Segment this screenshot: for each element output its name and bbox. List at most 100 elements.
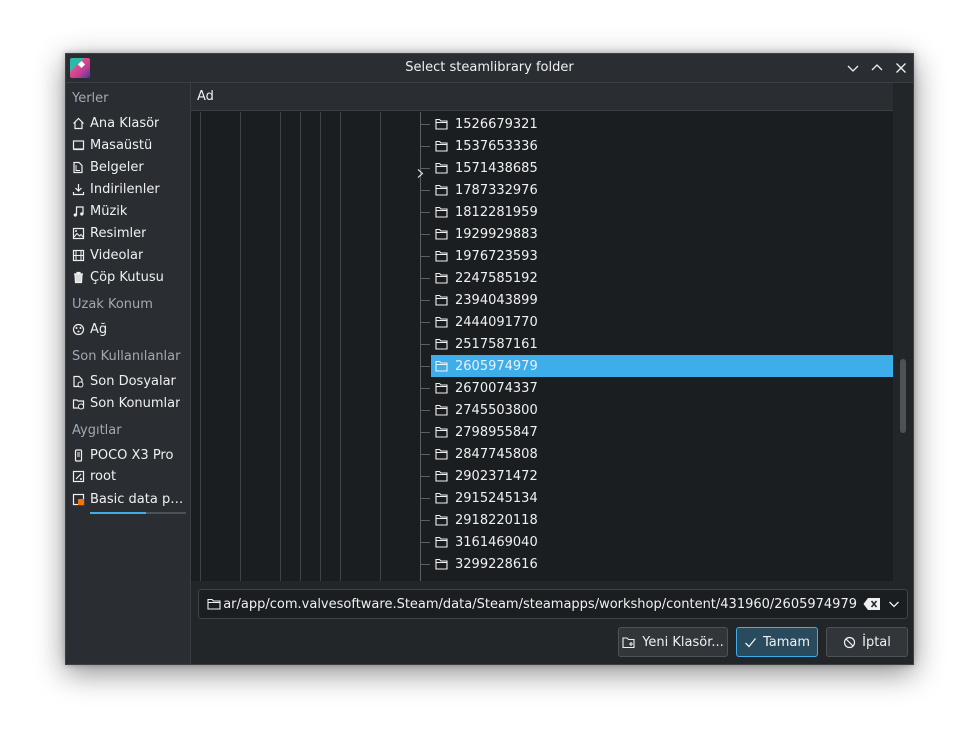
sidebar-item-videos[interactable]: Videolar bbox=[71, 244, 186, 266]
folder-name: 1787332976 bbox=[455, 182, 538, 198]
folder-icon bbox=[435, 184, 448, 196]
tree-branch bbox=[420, 454, 430, 455]
folder-row[interactable]: 2902371472 bbox=[431, 465, 893, 487]
location-dropdown-button[interactable] bbox=[887, 597, 901, 611]
sidebar-item-phone[interactable]: POCO X3 Pro bbox=[71, 444, 186, 466]
tree-branch bbox=[420, 256, 430, 257]
tree-branch bbox=[420, 366, 430, 367]
folder-tree[interactable]: 1526679321 1537653336 1571438685 1787332976… bbox=[191, 112, 893, 581]
sidebar-item-desktop[interactable]: Masaüstü bbox=[71, 134, 186, 156]
folder-icon bbox=[435, 536, 448, 548]
network-icon bbox=[71, 322, 85, 336]
new-folder-icon bbox=[622, 636, 635, 648]
folder-name: 2915245134 bbox=[455, 490, 538, 506]
tree-guide-line bbox=[300, 112, 301, 581]
new-folder-button[interactable]: Yeni Klasör... bbox=[618, 627, 728, 657]
folder-icon bbox=[435, 360, 448, 372]
folder-row[interactable]: 1526679321 bbox=[431, 113, 893, 135]
sidebar-item-label: Belgeler bbox=[90, 159, 144, 175]
file-view: Ad 1526679321 1537653336 1571438685 1787332… bbox=[191, 83, 913, 664]
tree-branch bbox=[420, 322, 430, 323]
sidebar-item-label: Videolar bbox=[90, 247, 144, 263]
sidebar-item-documents[interactable]: Belgeler bbox=[71, 156, 186, 178]
folder-row[interactable]: 2394043899 bbox=[431, 289, 893, 311]
clear-text-button[interactable] bbox=[863, 597, 881, 611]
folder-name: 1571438685 bbox=[455, 160, 538, 176]
documents-icon bbox=[71, 160, 85, 174]
folder-row[interactable]: 2517587161 bbox=[431, 333, 893, 355]
folder-row[interactable]: 1929929883 bbox=[431, 223, 893, 245]
sidebar-item-home[interactable]: Ana Klasör bbox=[71, 112, 186, 134]
section-devices-title: Aygıtlar bbox=[72, 423, 122, 438]
folder-row[interactable]: 2745503800 bbox=[431, 399, 893, 421]
sidebar-item-label: Son Konumlar bbox=[90, 395, 181, 411]
tree-branch bbox=[420, 520, 430, 521]
folder-row[interactable]: 1571438685 bbox=[431, 157, 893, 179]
folder-icon bbox=[435, 426, 448, 438]
tree-branch-line bbox=[420, 112, 421, 581]
maximize-button[interactable] bbox=[867, 58, 887, 78]
sidebar-item-music[interactable]: Müzik bbox=[71, 200, 186, 222]
folder-row[interactable]: 3299228616 bbox=[431, 553, 893, 575]
folder-icon bbox=[435, 162, 448, 174]
folder-row[interactable]: 2798955847 bbox=[431, 421, 893, 443]
cancel-button[interactable]: İptal bbox=[826, 627, 908, 657]
folder-row[interactable]: 2444091770 bbox=[431, 311, 893, 333]
trash-icon bbox=[71, 270, 85, 284]
sidebar-item-pictures[interactable]: Resimler bbox=[71, 222, 186, 244]
folder-row[interactable]: 2605974979 bbox=[431, 355, 893, 377]
folder-row[interactable]: 1812281959 bbox=[431, 201, 893, 223]
tree-branch bbox=[420, 212, 430, 213]
folder-name: 1537653336 bbox=[455, 138, 538, 154]
sidebar-item-downloads[interactable]: İndirilenler bbox=[71, 178, 186, 200]
tree-guide-line bbox=[340, 112, 341, 581]
tree-branch bbox=[420, 564, 430, 565]
scrollbar-thumb[interactable] bbox=[900, 359, 906, 433]
recent-locations-icon bbox=[71, 396, 85, 410]
folder-row[interactable]: 2918220118 bbox=[431, 509, 893, 531]
expand-chevron-icon[interactable] bbox=[416, 163, 425, 178]
music-icon bbox=[71, 204, 85, 218]
vertical-scrollbar[interactable] bbox=[893, 83, 913, 581]
folder-icon bbox=[435, 118, 448, 130]
location-field[interactable]: /home/ejant/.var/app/com.valvesoftware.S… bbox=[198, 589, 908, 619]
chevron-down-icon bbox=[889, 601, 899, 608]
folder-row[interactable]: 2847745808 bbox=[431, 443, 893, 465]
location-path-text[interactable]: /home/ejant/.var/app/com.valvesoftware.S… bbox=[223, 597, 857, 612]
folder-name: 2847745808 bbox=[455, 446, 538, 462]
sidebar-item-root[interactable]: root bbox=[71, 465, 186, 487]
folder-icon bbox=[435, 558, 448, 570]
column-header-name[interactable]: Ad bbox=[191, 83, 893, 111]
folder-row[interactable]: 1787332976 bbox=[431, 179, 893, 201]
folder-icon bbox=[435, 250, 448, 262]
sidebar-item-network[interactable]: Ağ bbox=[71, 318, 186, 340]
close-button[interactable] bbox=[891, 58, 911, 78]
sidebar-item-recent-locations[interactable]: Son Konumlar bbox=[71, 392, 186, 414]
pictures-icon bbox=[71, 226, 85, 240]
tree-branch bbox=[420, 344, 430, 345]
folder-name: 2902371472 bbox=[455, 468, 538, 484]
sidebar-item-basic-data-partition[interactable]: Basic data pa... bbox=[71, 488, 186, 510]
folder-row[interactable]: 2915245134 bbox=[431, 487, 893, 509]
drive-icon bbox=[71, 469, 85, 483]
folder-name: 2798955847 bbox=[455, 424, 538, 440]
folder-row[interactable]: 1976723593 bbox=[431, 245, 893, 267]
minimize-button[interactable] bbox=[843, 58, 863, 78]
folder-icon bbox=[435, 316, 448, 328]
ok-button[interactable]: Tamam bbox=[736, 627, 818, 657]
sidebar-item-label: Ana Klasör bbox=[90, 115, 160, 131]
desktop-icon bbox=[71, 138, 85, 152]
folder-row[interactable]: 3161469040 bbox=[431, 531, 893, 553]
sidebar-item-recent-files[interactable]: Son Dosyalar bbox=[71, 370, 186, 392]
folder-row[interactable]: 1537653336 bbox=[431, 135, 893, 157]
chevron-up-icon bbox=[871, 64, 883, 71]
folder-row[interactable]: 2247585192 bbox=[431, 267, 893, 289]
folder-row[interactable]: 2670074337 bbox=[431, 377, 893, 399]
close-icon bbox=[896, 63, 906, 73]
folder-icon bbox=[435, 206, 448, 218]
title-bar[interactable]: Select steamlibrary folder bbox=[66, 54, 913, 83]
sidebar-item-trash[interactable]: Çöp Kutusu bbox=[71, 266, 186, 288]
places-sidebar: Yerler Ana Klasör Masaüstü Belgeler İndi… bbox=[66, 83, 191, 664]
tree-branch bbox=[420, 388, 430, 389]
folder-name: 2745503800 bbox=[455, 402, 538, 418]
